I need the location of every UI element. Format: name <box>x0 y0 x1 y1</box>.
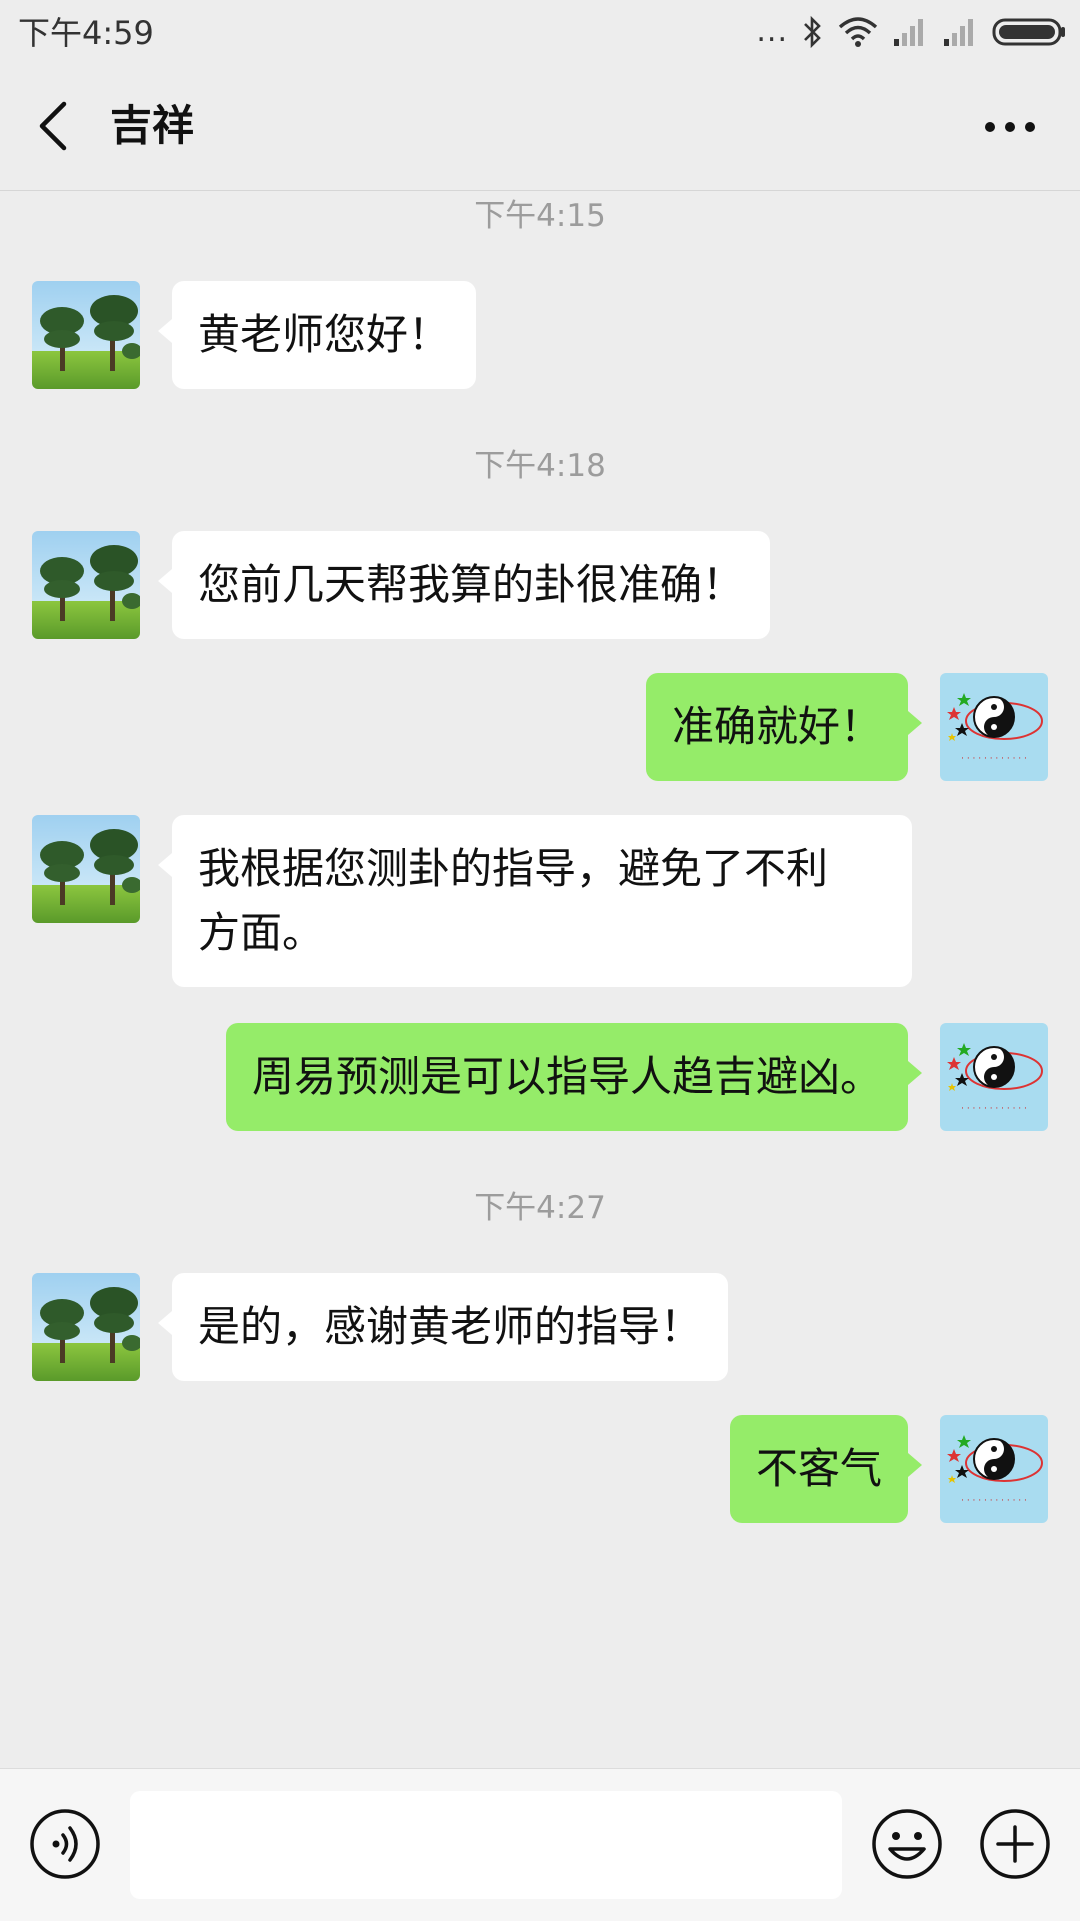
outgoing-message-bubble[interactable]: 不客气 <box>729 1415 923 1523</box>
voice-button[interactable] <box>28 1807 102 1881</box>
signal-icon <box>944 19 973 46</box>
wifi-icon <box>838 17 878 47</box>
more-button[interactable] <box>980 112 1040 142</box>
emoji-button[interactable] <box>870 1807 944 1881</box>
timestamp: 下午4:27 <box>474 1190 606 1226</box>
timestamp: 下午4:15 <box>474 198 606 234</box>
chat-header: 吉祥 <box>0 62 1080 191</box>
chevron-left-icon <box>39 101 67 151</box>
my-avatar[interactable]: · · · · · · · · · · · · <box>940 1415 1048 1523</box>
more-dots-icon <box>985 122 1035 132</box>
input-bar <box>0 1768 1080 1921</box>
voice-icon <box>30 1809 100 1879</box>
plus-icon <box>980 1809 1050 1879</box>
outgoing-message-bubble[interactable]: 周易预测是可以指导人趋吉避凶。 <box>225 1023 923 1131</box>
contact-avatar[interactable] <box>32 1273 140 1381</box>
my-avatar[interactable]: · · · · · · · · · · · · <box>940 673 1048 781</box>
message-input[interactable] <box>130 1791 842 1899</box>
contact-avatar[interactable] <box>32 281 140 389</box>
plus-button[interactable] <box>978 1807 1052 1881</box>
signal-icon <box>894 19 923 46</box>
outgoing-message-bubble[interactable]: 准确就好！ <box>645 673 923 781</box>
status-time: 下午4:59 <box>18 14 154 52</box>
svg-text:· · · · · · · · · · · ·: · · · · · · · · · · · · <box>961 1496 1027 1506</box>
svg-text:· · · · · · · · · · · ·: · · · · · · · · · · · · <box>961 754 1027 764</box>
incoming-message-bubble[interactable]: 我根据您测卦的指导，避免了不利 方面。 <box>158 815 912 987</box>
status-dots: ... <box>756 14 788 49</box>
timestamp: 下午4:18 <box>474 448 606 484</box>
svg-text:· · · · · · · · · · · ·: · · · · · · · · · · · · <box>961 1104 1027 1114</box>
status-bar: 下午4:59 ... <box>0 0 1080 62</box>
chat-title: 吉祥 <box>110 101 195 150</box>
incoming-message-bubble[interactable]: 是的，感谢黄老师的指导！ <box>157 1273 729 1381</box>
status-icons: ... <box>756 12 1066 52</box>
battery-icon <box>992 18 1065 46</box>
back-button[interactable] <box>30 98 80 154</box>
bluetooth-icon <box>804 15 821 49</box>
my-avatar[interactable]: · · · · · · · · · · · · <box>940 1023 1048 1131</box>
incoming-message-bubble[interactable]: 黄老师您好！ <box>157 281 477 389</box>
contact-avatar[interactable] <box>32 815 140 923</box>
incoming-message-bubble[interactable]: 您前几天帮我算的卦很准确！ <box>157 531 771 639</box>
contact-avatar[interactable] <box>32 531 140 639</box>
emoji-icon <box>872 1809 942 1879</box>
